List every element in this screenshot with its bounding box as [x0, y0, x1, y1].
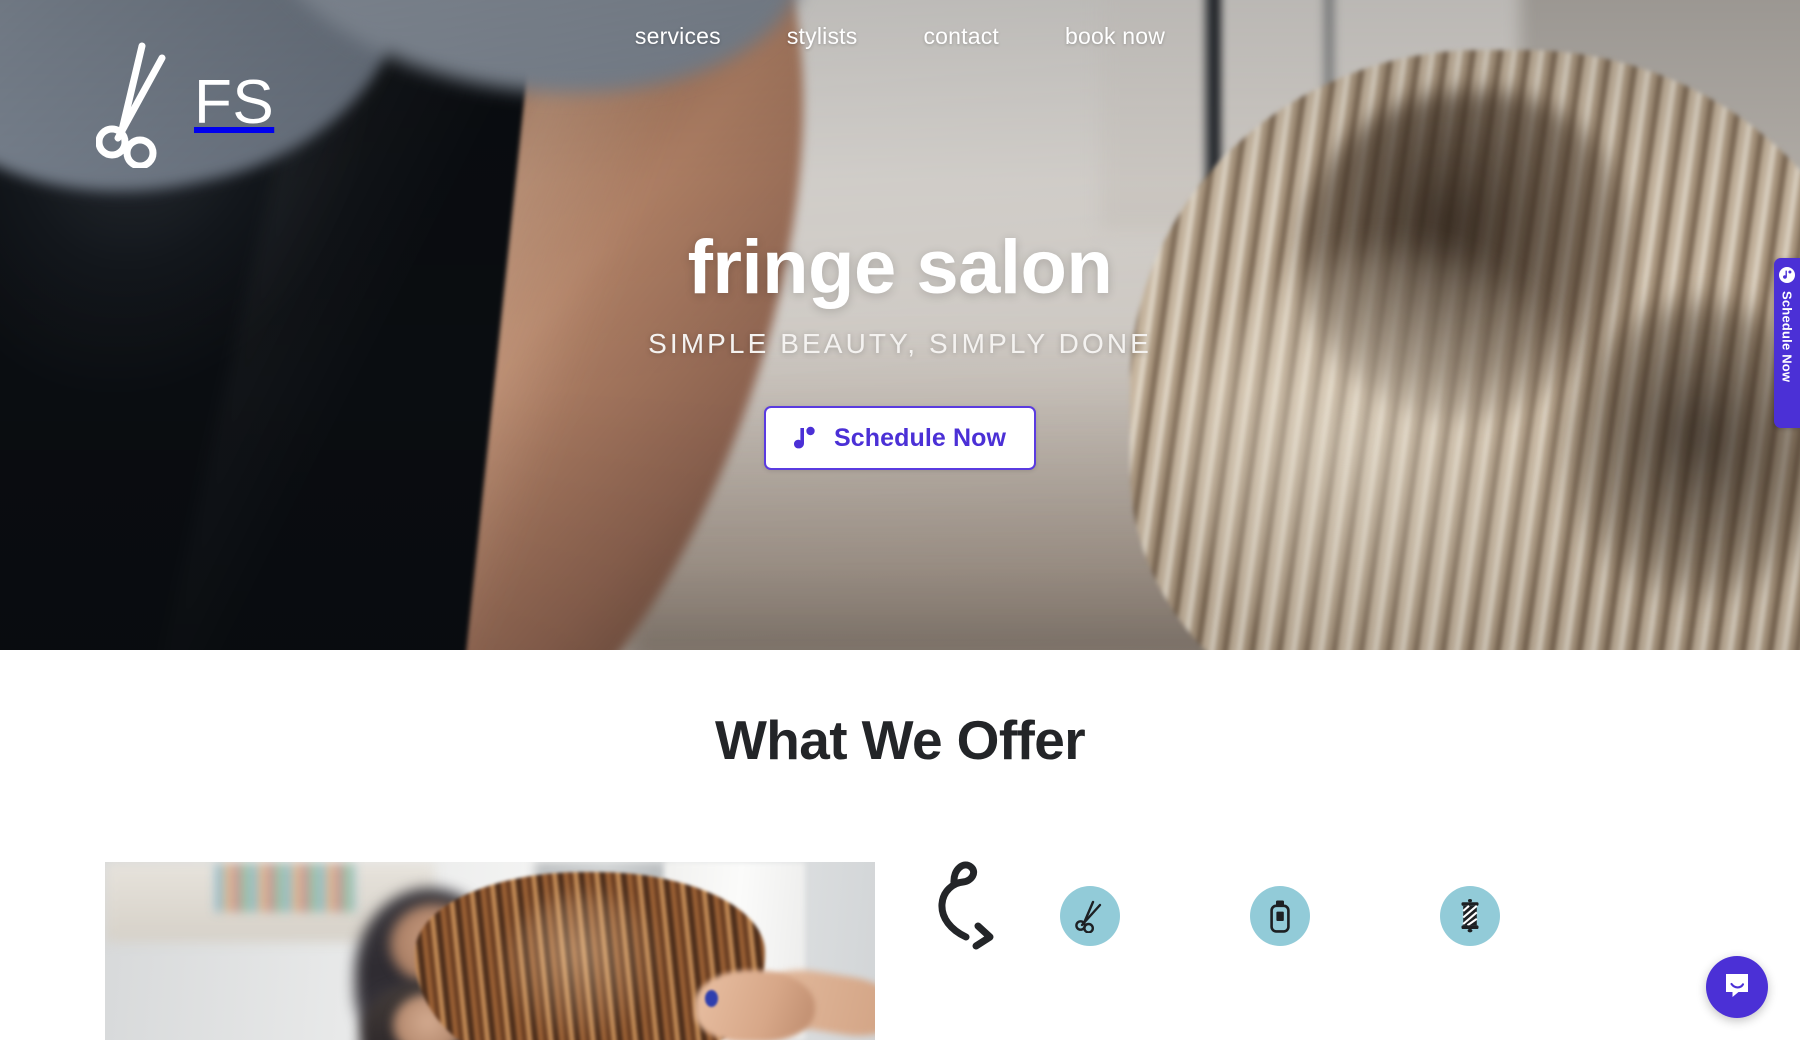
logo-text: FS	[194, 68, 275, 137]
side-schedule-tab[interactable]: Schedule Now	[1774, 258, 1800, 428]
shampoo-bottle-icon	[1267, 899, 1293, 933]
nav-item-book-now[interactable]: book now	[1065, 23, 1165, 50]
schedule-now-button[interactable]: Schedule Now	[763, 406, 1037, 471]
hero-title: fringe salon	[687, 224, 1113, 310]
salon-photo	[105, 862, 875, 1040]
service-item-shampoo[interactable]	[1250, 886, 1310, 946]
page-root: FS services stylists contact book now fr…	[0, 0, 1800, 1040]
nav-item-stylists[interactable]: stylists	[787, 23, 858, 50]
service-item-barber[interactable]	[1440, 886, 1500, 946]
curly-arrow-icon	[920, 848, 1010, 958]
scissors-icon	[1075, 899, 1105, 933]
barber-pole-icon	[1458, 899, 1482, 933]
acuity-scheduling-icon	[788, 422, 820, 454]
side-schedule-tab-label: Schedule Now	[1779, 291, 1795, 383]
nav-item-contact[interactable]: contact	[923, 23, 999, 50]
main-navigation: services stylists contact book now	[0, 0, 1800, 72]
hero-subtitle: SIMPLE BEAUTY, SIMPLY DONE	[648, 328, 1152, 360]
section-heading: What We Offer	[714, 709, 1086, 771]
acuity-badge-icon	[1779, 267, 1795, 283]
chat-launcher-button[interactable]	[1706, 956, 1768, 1018]
chat-bubble-icon	[1722, 970, 1752, 1005]
service-icon-row	[1060, 886, 1500, 946]
nav-item-services[interactable]: services	[635, 23, 721, 50]
schedule-now-label: Schedule Now	[833, 423, 1007, 452]
hero-section: FS services stylists contact book now fr…	[0, 0, 1800, 650]
service-item-haircut[interactable]	[1060, 886, 1120, 946]
